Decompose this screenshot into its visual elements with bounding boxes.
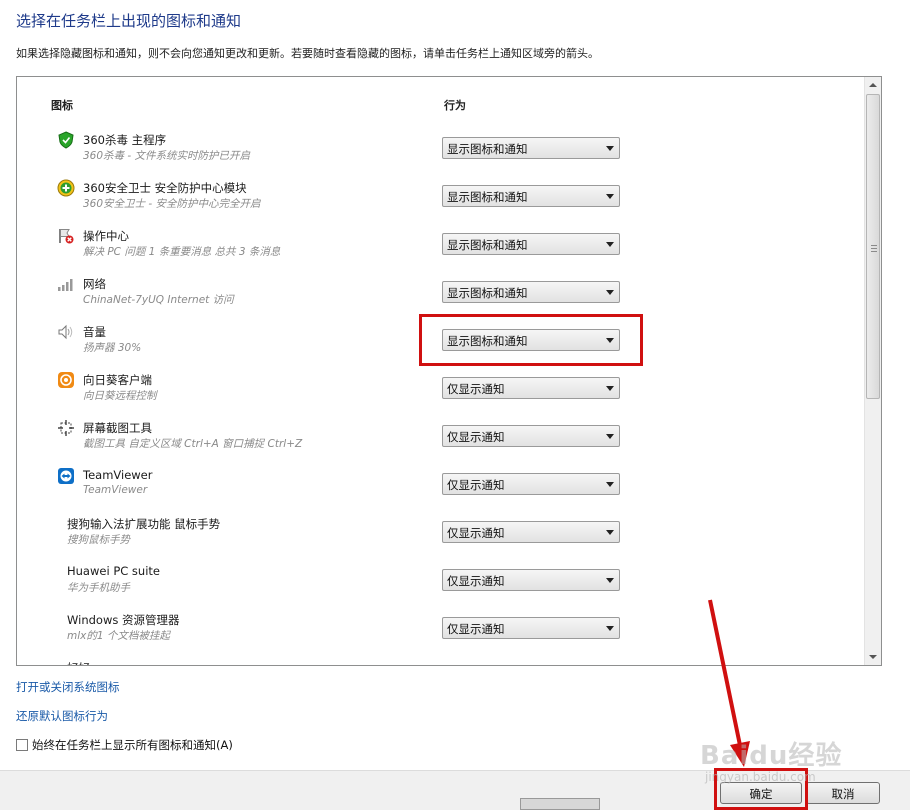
item-description: 扬声器 30% [83, 342, 142, 354]
item-name: 屏幕截图工具 [83, 421, 152, 435]
list-item: 360安全卫士 安全防护中心模块 360安全卫士 - 安全防护中心完全开启 显示… [17, 175, 863, 223]
dropdown-value: 显示图标和通知 [447, 190, 528, 204]
item-name: 网络 [83, 277, 106, 291]
chevron-down-icon [606, 578, 614, 583]
item-description: 搜狗鼠标手势 [67, 534, 130, 546]
item-description: 华为手机助手 [67, 582, 130, 594]
behavior-dropdown[interactable]: 显示图标和通知 [442, 185, 620, 207]
checkbox-box[interactable] [16, 739, 28, 751]
chevron-down-icon [606, 530, 614, 535]
item-description: mlx的1 个文档被挂起 [67, 630, 170, 642]
scroll-up-icon[interactable] [865, 77, 881, 93]
dropdown-value: 仅显示通知 [447, 574, 505, 588]
scroll-down-icon[interactable] [865, 649, 881, 665]
item-name: 音量 [83, 325, 106, 339]
dropdown-value: 仅显示通知 [447, 478, 505, 492]
item-name: 好好 [67, 660, 90, 665]
behavior-dropdown[interactable]: 仅显示通知 [442, 425, 620, 447]
item-description: 解决 PC 问题 1 条重要消息 总共 3 条消息 [83, 246, 281, 258]
item-description: 向日葵远程控制 [83, 390, 157, 402]
watermark-brand: Baidu经验 [700, 741, 843, 771]
chevron-down-icon [606, 242, 614, 247]
dialog-title: 选择在任务栏上出现的图标和通知 [16, 12, 242, 30]
dialog-description: 如果选择隐藏图标和通知，则不会向您通知更改和更新。若要随时查看隐藏的图标，请单击… [16, 47, 599, 60]
dropdown-value: 仅显示通知 [447, 430, 505, 444]
chevron-down-icon [606, 386, 614, 391]
highlight-box [419, 314, 643, 366]
flag-red-icon [57, 227, 75, 245]
grip-icon [871, 245, 877, 252]
item-name: 操作中心 [83, 229, 129, 243]
item-description: 360安全卫士 - 安全防护中心完全开启 [83, 198, 261, 210]
behavior-dropdown[interactable]: 显示图标和通知 [442, 233, 620, 255]
speaker-icon [57, 323, 75, 341]
item-description: TeamViewer [83, 484, 148, 496]
behavior-dropdown[interactable]: 仅显示通知 [442, 617, 620, 639]
sunflower-icon [57, 371, 75, 389]
chevron-down-icon [606, 482, 614, 487]
list-item: 操作中心 解决 PC 问题 1 条重要消息 总共 3 条消息 显示图标和通知 [17, 223, 863, 271]
crosshair-icon [57, 419, 75, 437]
restore-defaults-link[interactable]: 还原默认图标行为 [16, 708, 108, 724]
dropdown-value: 仅显示通知 [447, 382, 505, 396]
column-header-icon: 图标 [51, 99, 73, 112]
item-name: Huawei PC suite [67, 564, 160, 578]
behavior-dropdown[interactable]: 仅显示通知 [442, 473, 620, 495]
cancel-button[interactable]: 取消 [806, 782, 880, 804]
list-item: 屏幕截图工具 截图工具 自定义区域 Ctrl+A 窗口捕捉 Ctrl+Z 仅显示… [17, 415, 863, 463]
teamviewer-icon [57, 467, 75, 485]
behavior-dropdown[interactable]: 仅显示通知 [442, 521, 620, 543]
list-item: 搜狗输入法扩展功能 鼠标手势 搜狗鼠标手势 仅显示通知 [17, 511, 863, 559]
item-name: 360杀毒 主程序 [83, 133, 167, 147]
behavior-dropdown[interactable] [442, 665, 620, 666]
dropdown-value: 仅显示通知 [447, 526, 505, 540]
behavior-dropdown[interactable]: 仅显示通知 [442, 569, 620, 591]
item-name: 360安全卫士 安全防护中心模块 [83, 181, 247, 195]
dropdown-value: 显示图标和通知 [447, 238, 528, 252]
behavior-dropdown[interactable]: 仅显示通知 [442, 377, 620, 399]
dropdown-value: 显示图标和通知 [447, 286, 528, 300]
chevron-down-icon [606, 290, 614, 295]
signal-bars-icon [57, 275, 75, 293]
dropdown-value: 显示图标和通知 [447, 142, 528, 156]
plus-green-icon [57, 179, 75, 197]
behavior-dropdown[interactable]: 显示图标和通知 [442, 137, 620, 159]
chevron-down-icon [606, 146, 614, 151]
item-description: 截图工具 自定义区域 Ctrl+A 窗口捕捉 Ctrl+Z [83, 438, 303, 450]
dropdown-value: 仅显示通知 [447, 622, 505, 636]
toggle-system-icons-link[interactable]: 打开或关闭系统图标 [16, 679, 120, 695]
item-name: 向日葵客户端 [83, 373, 152, 387]
chevron-down-icon [606, 626, 614, 631]
item-description: 360杀毒 - 文件系统实时防护已开启 [83, 150, 251, 162]
list-item: 360杀毒 主程序 360杀毒 - 文件系统实时防护已开启 显示图标和通知 [17, 127, 863, 175]
notification-icons-list[interactable]: 图标 行为 360杀毒 主程序 360杀毒 - 文件系统实时防护已开启 显示图标… [16, 76, 882, 666]
column-header-behavior: 行为 [444, 99, 466, 112]
vertical-scrollbar[interactable] [864, 77, 881, 665]
chevron-down-icon [606, 194, 614, 199]
show-all-icons-checkbox[interactable]: 始终在任务栏上显示所有图标和通知(A) [16, 737, 233, 753]
scrollbar-thumb[interactable] [866, 94, 880, 399]
chevron-down-icon [606, 434, 614, 439]
list-item: 向日葵客户端 向日葵远程控制 仅显示通知 [17, 367, 863, 415]
item-name: 搜狗输入法扩展功能 鼠标手势 [67, 517, 221, 531]
shield-green-icon [57, 131, 75, 149]
watermark-url: jingyan.baidu.com [705, 770, 816, 784]
item-name: TeamViewer [83, 468, 153, 482]
item-name: Windows 资源管理器 [67, 613, 180, 627]
checkbox-label: 始终在任务栏上显示所有图标和通知(A) [32, 738, 233, 752]
list-item: TeamViewer TeamViewer 仅显示通知 [17, 463, 863, 511]
item-description: ChinaNet-7yUQ Internet 访问 [83, 294, 234, 306]
taskbar-tray-fragment [520, 798, 600, 810]
behavior-dropdown[interactable]: 显示图标和通知 [442, 281, 620, 303]
list-item: 网络 ChinaNet-7yUQ Internet 访问 显示图标和通知 [17, 271, 863, 319]
